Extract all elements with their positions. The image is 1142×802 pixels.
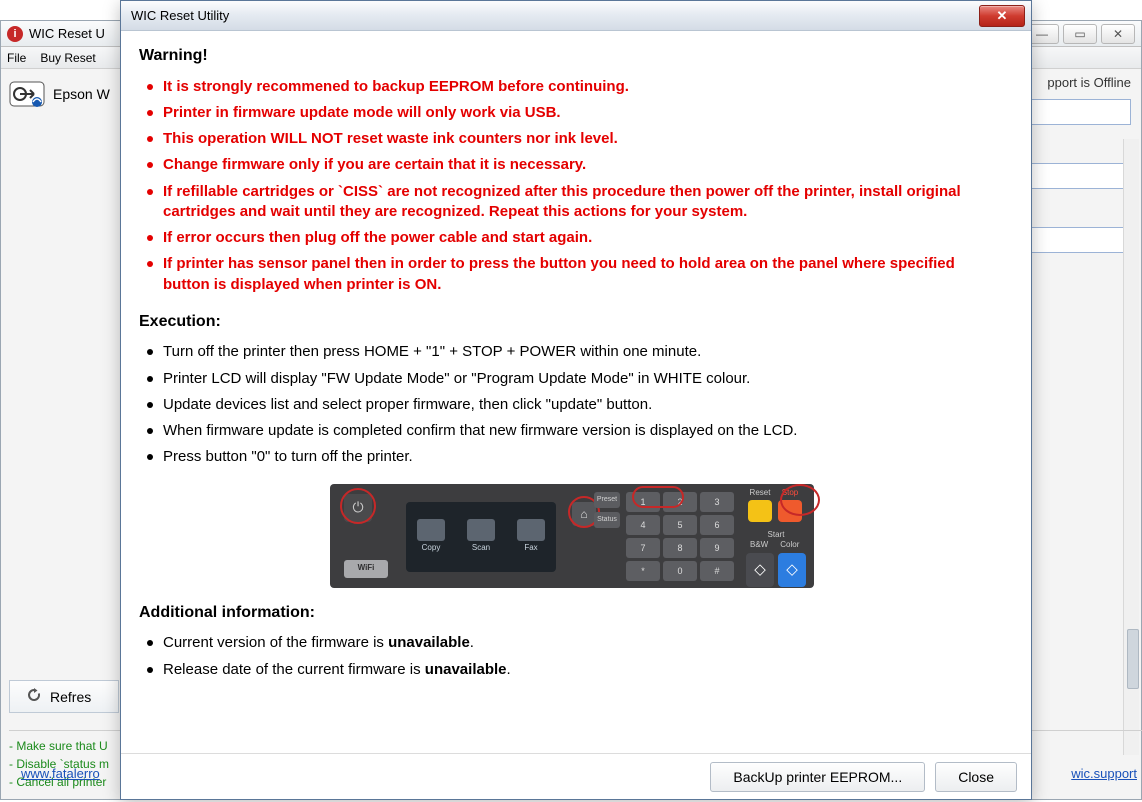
link-fatalerror[interactable]: www.fatalerro: [21, 764, 100, 784]
highlight-power-icon: [340, 488, 376, 524]
keypad-key: #: [700, 561, 734, 581]
maximize-button[interactable]: ▭: [1063, 24, 1097, 44]
main-title: WIC Reset U: [29, 26, 105, 41]
close-button[interactable]: Close: [935, 762, 1017, 792]
keypad-key: 8: [663, 538, 697, 558]
usb-icon: [9, 79, 45, 109]
panel-start-bw-button: ◇: [746, 553, 774, 587]
warning-item: It is strongly recommened to backup EEPR…: [139, 77, 1005, 97]
keypad-key: 0: [663, 561, 697, 581]
bg-input-2[interactable]: [1031, 163, 1131, 189]
keypad-key: 4: [626, 515, 660, 535]
keypad-key: 3: [700, 492, 734, 512]
execution-item: Printer LCD will display "FW Update Mode…: [139, 369, 1005, 389]
warning-list: It is strongly recommened to backup EEPR…: [139, 77, 1005, 295]
app-icon: i: [7, 26, 23, 42]
support-status: pport is Offline: [1047, 75, 1131, 90]
lcd-copy: Copy: [422, 543, 441, 554]
addinfo-2-value: unavailable: [425, 661, 507, 678]
menu-file[interactable]: File: [7, 51, 26, 65]
keypad-key: 7: [626, 538, 660, 558]
link-wic-support[interactable]: wic.support: [1071, 764, 1137, 784]
warning-item: This operation WILL NOT reset waste ink …: [139, 129, 1005, 149]
warning-item: If printer has sensor panel then in orde…: [139, 254, 1005, 295]
bg-input-1[interactable]: [1031, 99, 1131, 125]
execution-heading: Execution:: [139, 311, 1005, 333]
addinfo-line-2: Release date of the current firmware is …: [139, 660, 1005, 680]
warning-heading: Warning!: [139, 45, 1005, 67]
addinfo-heading: Additional information:: [139, 602, 1005, 624]
panel-color-label: Color: [780, 540, 799, 551]
refresh-label: Refres: [50, 689, 91, 705]
refresh-button[interactable]: Refres: [9, 680, 119, 713]
panel-status-button: Status: [594, 512, 620, 528]
panel-bw-label: B&W: [750, 540, 768, 551]
keypad-key: 9: [700, 538, 734, 558]
panel-preset-button: Preset: [594, 492, 620, 508]
main-close-button[interactable]: ✕: [1101, 24, 1135, 44]
highlight-stop-icon: [780, 484, 820, 516]
execution-list: Turn off the printer then press HOME + "…: [139, 342, 1005, 467]
warning-item: Change firmware only if you are certain …: [139, 155, 1005, 175]
panel-lcd: Copy Scan Fax: [406, 502, 556, 572]
keypad-key: *: [626, 561, 660, 581]
addinfo-1-text: Current version of the firmware is: [163, 634, 388, 651]
addinfo-list: Current version of the firmware is unava…: [139, 633, 1005, 680]
dialog-content: Warning! It is strongly recommened to ba…: [121, 31, 1031, 753]
warning-item: If error occurs then plug off the power …: [139, 228, 1005, 248]
execution-item: Update devices list and select proper fi…: [139, 395, 1005, 415]
panel-wifi-badge: WiFi: [344, 560, 388, 578]
keypad-key: 5: [663, 515, 697, 535]
dialog-close-button[interactable]: ✕: [979, 5, 1025, 27]
refresh-icon: [26, 687, 42, 706]
addinfo-2-text: Release date of the current firmware is: [163, 661, 425, 678]
lcd-fax: Fax: [524, 543, 537, 554]
warning-item: Printer in firmware update mode will onl…: [139, 103, 1005, 123]
printer-label: Epson W: [53, 86, 110, 102]
panel-start-label: Start: [746, 530, 806, 541]
printer-panel-image: Copy Scan Fax ⌂ Preset Status 123456789*…: [330, 484, 814, 588]
backup-eeprom-button[interactable]: BackUp printer EEPROM...: [710, 762, 925, 792]
addinfo-line-1: Current version of the firmware is unava…: [139, 633, 1005, 653]
highlight-key-1-icon: [632, 486, 684, 508]
lcd-scan: Scan: [472, 543, 490, 554]
menu-buy-reset[interactable]: Buy Reset: [40, 51, 95, 65]
dialog-button-bar: BackUp printer EEPROM... Close: [121, 753, 1031, 799]
scroll-thumb[interactable]: [1127, 629, 1139, 689]
execution-item: When firmware update is completed confir…: [139, 421, 1005, 441]
panel-start-color-button: ◇: [778, 553, 806, 587]
bg-input-3[interactable]: [1031, 227, 1131, 253]
warning-item: If refillable cartridges or `CISS` are n…: [139, 182, 1005, 223]
panel-reset-label: Reset: [750, 488, 771, 499]
keypad-key: 6: [700, 515, 734, 535]
panel-reset-button: [748, 500, 772, 522]
dialog-titlebar: WIC Reset Utility ✕: [121, 1, 1031, 31]
dialog-title: WIC Reset Utility: [127, 8, 233, 23]
addinfo-1-value: unavailable: [388, 634, 470, 651]
execution-item: Turn off the printer then press HOME + "…: [139, 342, 1005, 362]
execution-item: Press button "0" to turn off the printer…: [139, 447, 1005, 467]
firmware-dialog: WIC Reset Utility ✕ Warning! It is stron…: [120, 0, 1032, 800]
right-input-stack: [1031, 99, 1131, 253]
